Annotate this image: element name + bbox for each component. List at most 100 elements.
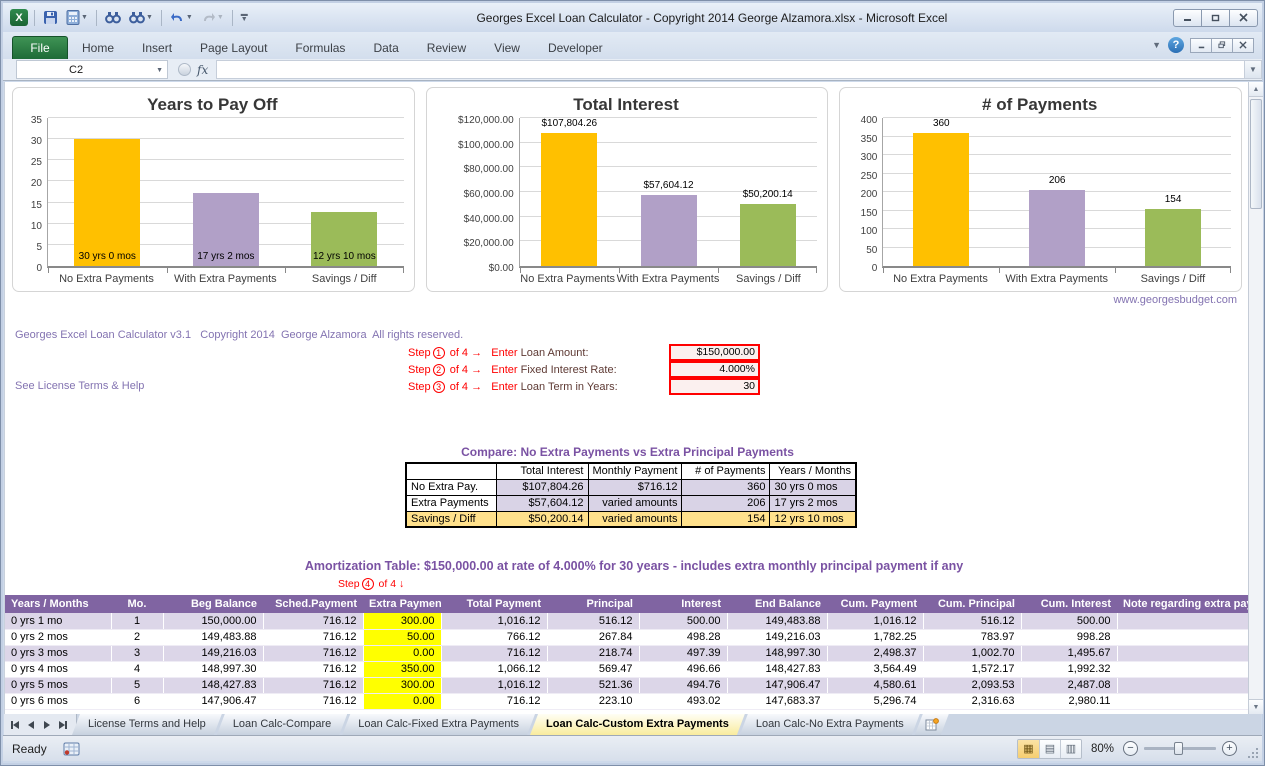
compare-row-label: Extra Payments — [406, 495, 496, 511]
license-link[interactable]: See License Terms & Help — [15, 378, 463, 395]
compare-cell: 30 yrs 0 mos — [770, 479, 856, 495]
loan-term-input[interactable]: 30 — [669, 378, 760, 395]
find-button[interactable] — [103, 10, 123, 25]
compare-header: # of Payments — [682, 463, 770, 479]
sheet-tab-license-terms-and-help[interactable]: License Terms and Help — [72, 714, 222, 735]
amortization-cell: 716.12 — [441, 693, 547, 709]
vertical-scrollbar[interactable]: ▲ ▼ — [1248, 82, 1263, 714]
record-macro-button[interactable] — [63, 742, 80, 756]
chart--of-payments[interactable]: # of Payments400350300250200150100500360… — [839, 87, 1242, 292]
step-number-circle: 3 — [433, 381, 445, 393]
normal-view-button[interactable]: ▦ — [1018, 740, 1039, 758]
calculate-button[interactable]: ▼ — [64, 9, 90, 26]
close-button[interactable] — [1229, 9, 1258, 27]
zoom-slider-thumb[interactable] — [1174, 742, 1183, 755]
extra-payment-cell[interactable]: 0.00 — [363, 645, 441, 661]
y-tick-label: 100 — [861, 226, 878, 237]
data-label: $107,804.26 — [500, 118, 639, 129]
compare-table: Total InterestMonthly Payment# of Paymen… — [405, 462, 857, 528]
sheet-tab-loan-calc-no-extra-payments[interactable]: Loan Calc-No Extra Payments — [740, 714, 920, 735]
x-category-label: No Extra Payments — [47, 268, 166, 289]
tab-data[interactable]: Data — [359, 37, 412, 59]
tab-insert[interactable]: Insert — [128, 37, 186, 59]
zoom-out-button[interactable]: − — [1123, 741, 1138, 756]
scrollbar-thumb[interactable] — [1250, 99, 1262, 209]
compare-row: Extra Payments$57,604.12varied amounts20… — [406, 495, 856, 511]
step-arrow: of 4 → — [447, 381, 492, 393]
amortization-cell: 218.74 — [547, 645, 639, 661]
tab-formulas[interactable]: Formulas — [281, 37, 359, 59]
x-category-label: No Extra Payments — [519, 268, 617, 289]
page-layout-view-button[interactable]: ▤ — [1039, 740, 1060, 758]
first-sheet-button[interactable] — [8, 717, 22, 732]
page-break-view-button[interactable]: ▥ — [1060, 740, 1081, 758]
chart-years-to-pay-off[interactable]: Years to Pay Off3530252015105030 yrs 0 m… — [12, 87, 415, 292]
extra-payment-cell[interactable]: 50.00 — [363, 629, 441, 645]
amortization-cell: 497.39 — [639, 645, 727, 661]
plot-area: 30 yrs 0 mos17 yrs 2 mos12 yrs 10 mos — [47, 118, 404, 268]
name-box[interactable]: C2 ▼ — [16, 60, 168, 79]
resize-grip[interactable] — [1245, 745, 1259, 759]
find-dropdown-button[interactable]: ▼ — [127, 10, 155, 25]
compare-header: Monthly Payment — [588, 463, 682, 479]
insert-worksheet-button[interactable] — [915, 714, 949, 735]
amortization-cell: 716.12 — [441, 645, 547, 661]
amortization-cell: 1,782.25 — [827, 629, 923, 645]
tab-page-layout[interactable]: Page Layout — [186, 37, 281, 59]
insert-function-button[interactable]: fx — [197, 63, 208, 77]
status-bar: Ready ▦ ▤ ▥ 80% − + — [3, 735, 1262, 761]
expand-ribbon-icon[interactable]: ▼ — [1152, 40, 1161, 50]
help-button[interactable]: ? — [1168, 37, 1184, 53]
redo-button[interactable]: ▼ — [199, 10, 226, 25]
expand-formula-bar-button[interactable]: ▼ — [1244, 60, 1262, 79]
chart-total-interest[interactable]: Total Interest$120,000.00$100,000.00$80,… — [426, 87, 829, 292]
tab-file[interactable]: File — [12, 36, 68, 59]
workbook-restore-button[interactable] — [1211, 38, 1233, 53]
interest-rate-input[interactable]: 4.000% — [669, 361, 760, 378]
view-shortcuts: ▦ ▤ ▥ — [1017, 739, 1082, 759]
restore-icon — [1218, 41, 1226, 49]
amortization-cell: 148,427.83 — [163, 677, 263, 693]
zoom-slider[interactable] — [1144, 747, 1216, 750]
workbook-close-button[interactable] — [1232, 38, 1254, 53]
extra-payment-cell[interactable]: 350.00 — [363, 661, 441, 677]
loan-amount-input[interactable]: $150,000.00 — [669, 344, 760, 361]
tab-view[interactable]: View — [480, 37, 534, 59]
tab-home[interactable]: Home — [68, 37, 128, 59]
zoom-level[interactable]: 80% — [1091, 743, 1114, 755]
active-cell-reference: C2 — [69, 64, 83, 76]
extra-payment-cell[interactable]: 0.00 — [363, 693, 441, 709]
minimize-button[interactable] — [1173, 9, 1202, 27]
amortization-cell: 516.12 — [547, 613, 639, 629]
scroll-up-button[interactable]: ▲ — [1249, 82, 1263, 97]
sheet-tab-loan-calc-fixed-extra-payments[interactable]: Loan Calc-Fixed Extra Payments — [342, 714, 535, 735]
formula-input[interactable] — [216, 60, 1244, 79]
extra-payment-cell[interactable]: 300.00 — [363, 613, 441, 629]
name-box-dropdown-icon[interactable]: ▼ — [156, 67, 163, 74]
undo-button[interactable]: ▼ — [168, 10, 195, 25]
y-tick-label: 10 — [31, 221, 42, 232]
tab-review[interactable]: Review — [413, 37, 480, 59]
restore-button[interactable] — [1201, 9, 1230, 27]
amortization-header: Principal — [547, 595, 639, 613]
sheet-tab-loan-calc-custom-extra-payments[interactable]: Loan Calc-Custom Extra Payments — [530, 714, 745, 735]
customize-qat-button[interactable]: ▬ ▼ — [239, 12, 250, 23]
amortization-cell: 0 yrs 2 mos — [5, 629, 111, 645]
website-link[interactable]: www.georgesbudget.com — [1113, 294, 1237, 306]
sheet-tab-loan-calc-compare[interactable]: Loan Calc-Compare — [217, 714, 347, 735]
scroll-down-button[interactable]: ▼ — [1249, 699, 1263, 714]
undo-icon — [170, 11, 185, 24]
amortization-header: Years / Months — [5, 595, 111, 613]
workbook-minimize-button[interactable] — [1190, 38, 1212, 53]
dropdown-arrow-icon: ▼ — [186, 14, 193, 21]
bar-with-extra-payments — [641, 195, 697, 266]
zoom-in-button[interactable]: + — [1222, 741, 1237, 756]
next-sheet-button[interactable] — [40, 717, 54, 732]
compare-cell: 12 yrs 10 mos — [770, 511, 856, 527]
tab-developer[interactable]: Developer — [534, 37, 617, 59]
amortization-header: Beg Balance — [163, 595, 263, 613]
last-sheet-button[interactable] — [56, 717, 70, 732]
extra-payment-cell[interactable]: 300.00 — [363, 677, 441, 693]
previous-sheet-button[interactable] — [24, 717, 38, 732]
save-button[interactable] — [41, 9, 60, 26]
